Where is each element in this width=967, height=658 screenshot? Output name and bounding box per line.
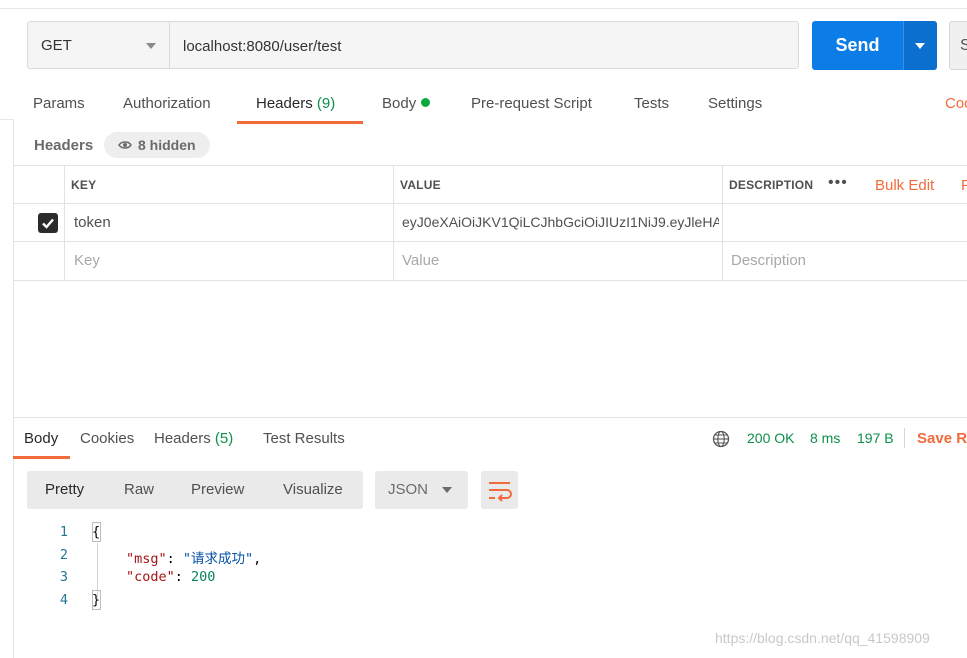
- code-token: {: [92, 524, 101, 540]
- window-top-border: [0, 0, 967, 9]
- json-string-value: "请求成功": [182, 551, 254, 567]
- tab-label: Headers: [154, 430, 211, 447]
- chevron-down-icon: [915, 43, 925, 49]
- table-row-new: Key Value Description: [13, 242, 967, 281]
- tab-headers[interactable]: Headers (9): [256, 95, 335, 112]
- header-enabled-checkbox[interactable]: [38, 213, 58, 233]
- headers-section-title: Headers: [34, 137, 94, 154]
- tab-count: (9): [316, 95, 336, 112]
- bulk-edit-button[interactable]: Bulk Edit: [875, 177, 934, 194]
- code-line: }: [92, 592, 100, 608]
- presets-button[interactable]: P: [961, 177, 967, 194]
- eye-icon: [118, 141, 132, 149]
- tab-params[interactable]: Params: [33, 95, 85, 112]
- status-dot-icon: [421, 98, 431, 107]
- view-mode-pretty[interactable]: Pretty: [45, 481, 84, 498]
- active-tab-indicator: [237, 121, 363, 124]
- watermark: https://blog.csdn.net/qq_41598909: [715, 630, 930, 646]
- url-input[interactable]: localhost:8080/user/test: [170, 21, 799, 69]
- send-button[interactable]: Send: [812, 21, 903, 70]
- json-key: "code": [126, 569, 175, 585]
- header-value-cell[interactable]: eyJ0eXAiOiJKV1QiLCJhbGciOiJIUzI1NiJ9.eyJ…: [402, 214, 719, 230]
- response-divider: [13, 417, 967, 418]
- chevron-down-icon: [442, 487, 452, 493]
- tab-label: Authorization: [123, 95, 211, 112]
- method-label: GET: [41, 37, 72, 54]
- active-tab-indicator: [13, 456, 70, 459]
- tab-settings[interactable]: Settings: [708, 95, 762, 112]
- format-select[interactable]: JSON: [375, 471, 468, 509]
- response-status[interactable]: 200 OK: [747, 430, 794, 446]
- column-divider: [64, 165, 65, 281]
- headers-table: KEY VALUE DESCRIPTION ••• Bulk Edit P to…: [13, 165, 967, 281]
- response-tab-cookies[interactable]: Cookies: [80, 430, 134, 447]
- column-header-description: DESCRIPTION: [729, 178, 814, 192]
- line-number: 3: [59, 569, 68, 585]
- line-number: 4: [59, 592, 68, 608]
- json-number-value: 200: [191, 569, 216, 585]
- tab-authorization[interactable]: Authorization: [123, 95, 211, 112]
- code-line: {: [92, 524, 100, 540]
- chevron-down-icon: [146, 43, 156, 49]
- view-mode-visualize[interactable]: Visualize: [283, 481, 343, 498]
- wrap-lines-icon: [489, 482, 512, 502]
- line-number: 2: [59, 547, 68, 563]
- save-button[interactable]: S: [949, 21, 967, 70]
- json-key: "msg": [126, 551, 167, 567]
- tab-body[interactable]: Body: [382, 95, 431, 112]
- save-response-button[interactable]: Save Re: [917, 430, 967, 447]
- response-tab-test-results[interactable]: Test Results: [263, 430, 345, 447]
- table-header-row: KEY VALUE DESCRIPTION ••• Bulk Edit P: [13, 165, 967, 204]
- code-token: :: [174, 569, 192, 585]
- tab-label: Pre-request Script: [471, 95, 592, 112]
- tab-label: Tests: [634, 95, 670, 112]
- table-row: token eyJ0eXAiOiJKV1QiLCJhbGciOiJIUzI1Ni…: [13, 204, 967, 242]
- key-input[interactable]: Key: [74, 252, 100, 269]
- column-divider: [722, 165, 723, 281]
- format-label: JSON: [388, 481, 429, 498]
- line-number: 1: [59, 524, 68, 540]
- globe-icon[interactable]: [712, 430, 730, 448]
- more-options-icon[interactable]: •••: [828, 174, 848, 192]
- header-key-cell[interactable]: token: [74, 214, 384, 231]
- tab-label: Settings: [708, 95, 763, 112]
- tab-label: Headers: [256, 95, 313, 112]
- tab-count: (5): [214, 430, 234, 447]
- code-token: ,: [253, 551, 262, 567]
- sidebar-divider: [0, 119, 13, 120]
- tab-pre-request-script[interactable]: Pre-request Script: [471, 95, 592, 112]
- response-time[interactable]: 8 ms: [810, 430, 840, 446]
- cookies-link[interactable]: Coo: [945, 95, 967, 112]
- value-input[interactable]: Value: [402, 252, 439, 269]
- tab-tests[interactable]: Tests: [634, 95, 669, 112]
- view-mode-raw[interactable]: Raw: [124, 481, 154, 498]
- response-size[interactable]: 197 B: [857, 430, 894, 446]
- column-divider: [393, 165, 394, 281]
- code-line: "msg": "请求成功",: [126, 547, 261, 567]
- column-header-value: VALUE: [400, 178, 441, 192]
- response-tab-body[interactable]: Body: [24, 430, 58, 447]
- code-token: }: [92, 592, 101, 608]
- tab-label: Params: [33, 95, 85, 112]
- code-line: "code": 200: [126, 569, 215, 585]
- response-tab-headers[interactable]: Headers (5): [154, 430, 233, 447]
- column-header-key: KEY: [71, 178, 97, 192]
- checkmark-icon: [42, 218, 54, 229]
- wrap-lines-button[interactable]: [481, 471, 518, 509]
- description-input[interactable]: Description: [731, 252, 806, 269]
- code-token: :: [166, 551, 183, 567]
- send-options-button[interactable]: [903, 21, 937, 70]
- method-select[interactable]: GET: [27, 21, 170, 69]
- toolbar-divider: [904, 428, 905, 448]
- view-mode-preview[interactable]: Preview: [191, 481, 244, 498]
- tab-label: Body: [382, 95, 417, 112]
